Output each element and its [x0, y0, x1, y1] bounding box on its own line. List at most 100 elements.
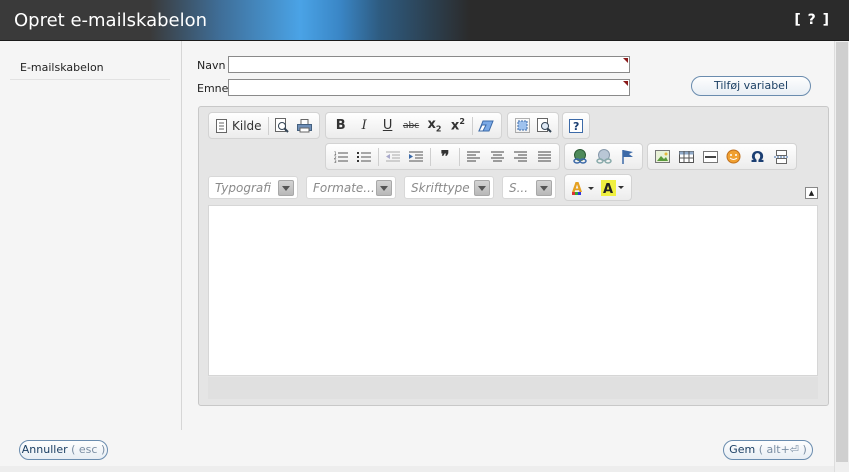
- italic-button[interactable]: I: [352, 115, 375, 137]
- image-button[interactable]: [651, 146, 675, 168]
- toolbar-group-colors: A A: [564, 174, 632, 201]
- editor-content-area[interactable]: [208, 205, 818, 376]
- background-color-icon: A: [601, 179, 625, 196]
- required-marker-icon: [623, 58, 628, 63]
- smiley-button[interactable]: [722, 146, 746, 168]
- collapse-toolbar-button[interactable]: ▲: [805, 187, 818, 199]
- text-color-icon: A: [571, 181, 595, 195]
- strikethrough-icon: abc: [402, 120, 420, 131]
- font-size-combo-label: S...: [509, 181, 529, 195]
- anchor-button[interactable]: [615, 146, 639, 168]
- add-variable-label: Tilføj variabel: [713, 79, 789, 92]
- bold-button[interactable]: B: [329, 115, 352, 137]
- page-break-button[interactable]: [769, 146, 793, 168]
- chevron-down-icon[interactable]: [536, 180, 552, 196]
- special-char-button[interactable]: Ω: [746, 146, 770, 168]
- link-icon: [572, 149, 588, 164]
- image-icon: [655, 150, 671, 163]
- sidebar-divider: [10, 79, 170, 80]
- select-all-button[interactable]: [511, 115, 533, 137]
- special-char-icon: Ω: [751, 147, 764, 166]
- vertical-scrollbar[interactable]: [834, 41, 849, 472]
- numbered-list-button[interactable]: 123: [329, 146, 353, 168]
- source-button[interactable]: Kilde: [212, 115, 266, 137]
- link-button[interactable]: [568, 146, 592, 168]
- svg-text:?: ?: [573, 120, 579, 133]
- name-field[interactable]: [228, 56, 630, 73]
- scrollbar-thumb[interactable]: [836, 42, 848, 462]
- bullet-list-button[interactable]: [353, 146, 377, 168]
- justify-icon: [537, 151, 551, 162]
- chevron-down-icon[interactable]: [376, 180, 392, 196]
- editor-help-button[interactable]: ?: [566, 115, 586, 137]
- indent-button[interactable]: [405, 146, 429, 168]
- horizontal-rule-icon: [702, 150, 718, 163]
- background-color-button[interactable]: A: [598, 177, 628, 199]
- sidebar-item-email-template[interactable]: E-mailskabelon: [20, 61, 104, 74]
- bold-icon: B: [335, 118, 346, 133]
- format-combo[interactable]: Formate...: [306, 176, 396, 199]
- save-button[interactable]: Gem ( alt+⏎ ): [723, 440, 813, 460]
- subject-field[interactable]: [228, 79, 630, 96]
- font-combo[interactable]: Skrifttype: [404, 176, 494, 199]
- toolbar-group-select: [507, 112, 559, 139]
- outdent-icon: [385, 151, 400, 163]
- anchor-icon: [621, 149, 634, 164]
- source-icon: [216, 118, 227, 133]
- chevron-down-icon[interactable]: [278, 180, 294, 196]
- toolbar-group-insert: Ω: [647, 143, 797, 170]
- outdent-button[interactable]: [381, 146, 405, 168]
- required-marker-icon: [623, 81, 628, 86]
- font-size-combo[interactable]: S...: [502, 176, 556, 199]
- subject-label: Emne: [197, 82, 229, 95]
- italic-icon: I: [361, 118, 367, 133]
- subscript-icon: x2: [427, 117, 442, 134]
- chevron-down-icon[interactable]: [474, 180, 490, 196]
- superscript-button[interactable]: x2: [446, 115, 469, 137]
- toolbar-separator: [430, 147, 432, 166]
- print-button[interactable]: [293, 115, 316, 137]
- underline-button[interactable]: U: [376, 115, 399, 137]
- blockquote-button[interactable]: ❞: [433, 146, 457, 168]
- remove-format-button[interactable]: [475, 115, 498, 137]
- help-button[interactable]: [ ? ]: [794, 12, 830, 28]
- find-icon: [536, 118, 552, 133]
- numbered-list-icon: 123: [334, 151, 348, 163]
- page-break-icon: [773, 149, 789, 164]
- table-icon: [679, 150, 694, 163]
- triangle-up-icon: ▲: [808, 189, 815, 197]
- smiley-icon: [726, 149, 741, 164]
- unlink-icon: [595, 149, 612, 164]
- styles-combo[interactable]: Typografi: [208, 176, 298, 199]
- eraser-icon: [478, 120, 495, 132]
- cancel-button[interactable]: Annuller ( esc ): [19, 440, 108, 460]
- toolbar-separator: [267, 116, 269, 135]
- indent-icon: [409, 151, 424, 163]
- preview-button[interactable]: [271, 115, 294, 137]
- align-right-button[interactable]: [509, 146, 533, 168]
- justify-button[interactable]: [532, 146, 556, 168]
- strikethrough-button[interactable]: abc: [399, 115, 422, 137]
- text-color-button[interactable]: A: [568, 177, 598, 199]
- toolbar-separator: [471, 116, 473, 135]
- format-combo-label: Formate...: [313, 181, 375, 195]
- bullet-list-icon: [357, 151, 372, 163]
- svg-text:3: 3: [334, 159, 337, 163]
- toolbar-group-links: [564, 143, 643, 170]
- align-center-button[interactable]: [485, 146, 509, 168]
- unlink-button[interactable]: [592, 146, 616, 168]
- toolbar-separator: [378, 147, 380, 166]
- superscript-icon: x2: [450, 117, 465, 134]
- sidebar: E-mailskabelon: [0, 41, 182, 430]
- subscript-button[interactable]: x2: [423, 115, 446, 137]
- table-button[interactable]: [675, 146, 699, 168]
- add-variable-button[interactable]: Tilføj variabel: [691, 76, 811, 96]
- align-left-button[interactable]: [462, 146, 486, 168]
- styles-combo-label: Typografi: [215, 181, 272, 195]
- toolbar-group-basic-styles: B I U abc x2 x2: [325, 112, 502, 139]
- toolbar-group-paragraph: 123 ❞: [325, 143, 560, 170]
- find-button[interactable]: [533, 115, 555, 137]
- font-combo-label: Skrifttype: [411, 181, 470, 195]
- horizontal-rule-button[interactable]: [698, 146, 722, 168]
- save-shortcut-hint: ( alt+⏎ ): [758, 443, 807, 456]
